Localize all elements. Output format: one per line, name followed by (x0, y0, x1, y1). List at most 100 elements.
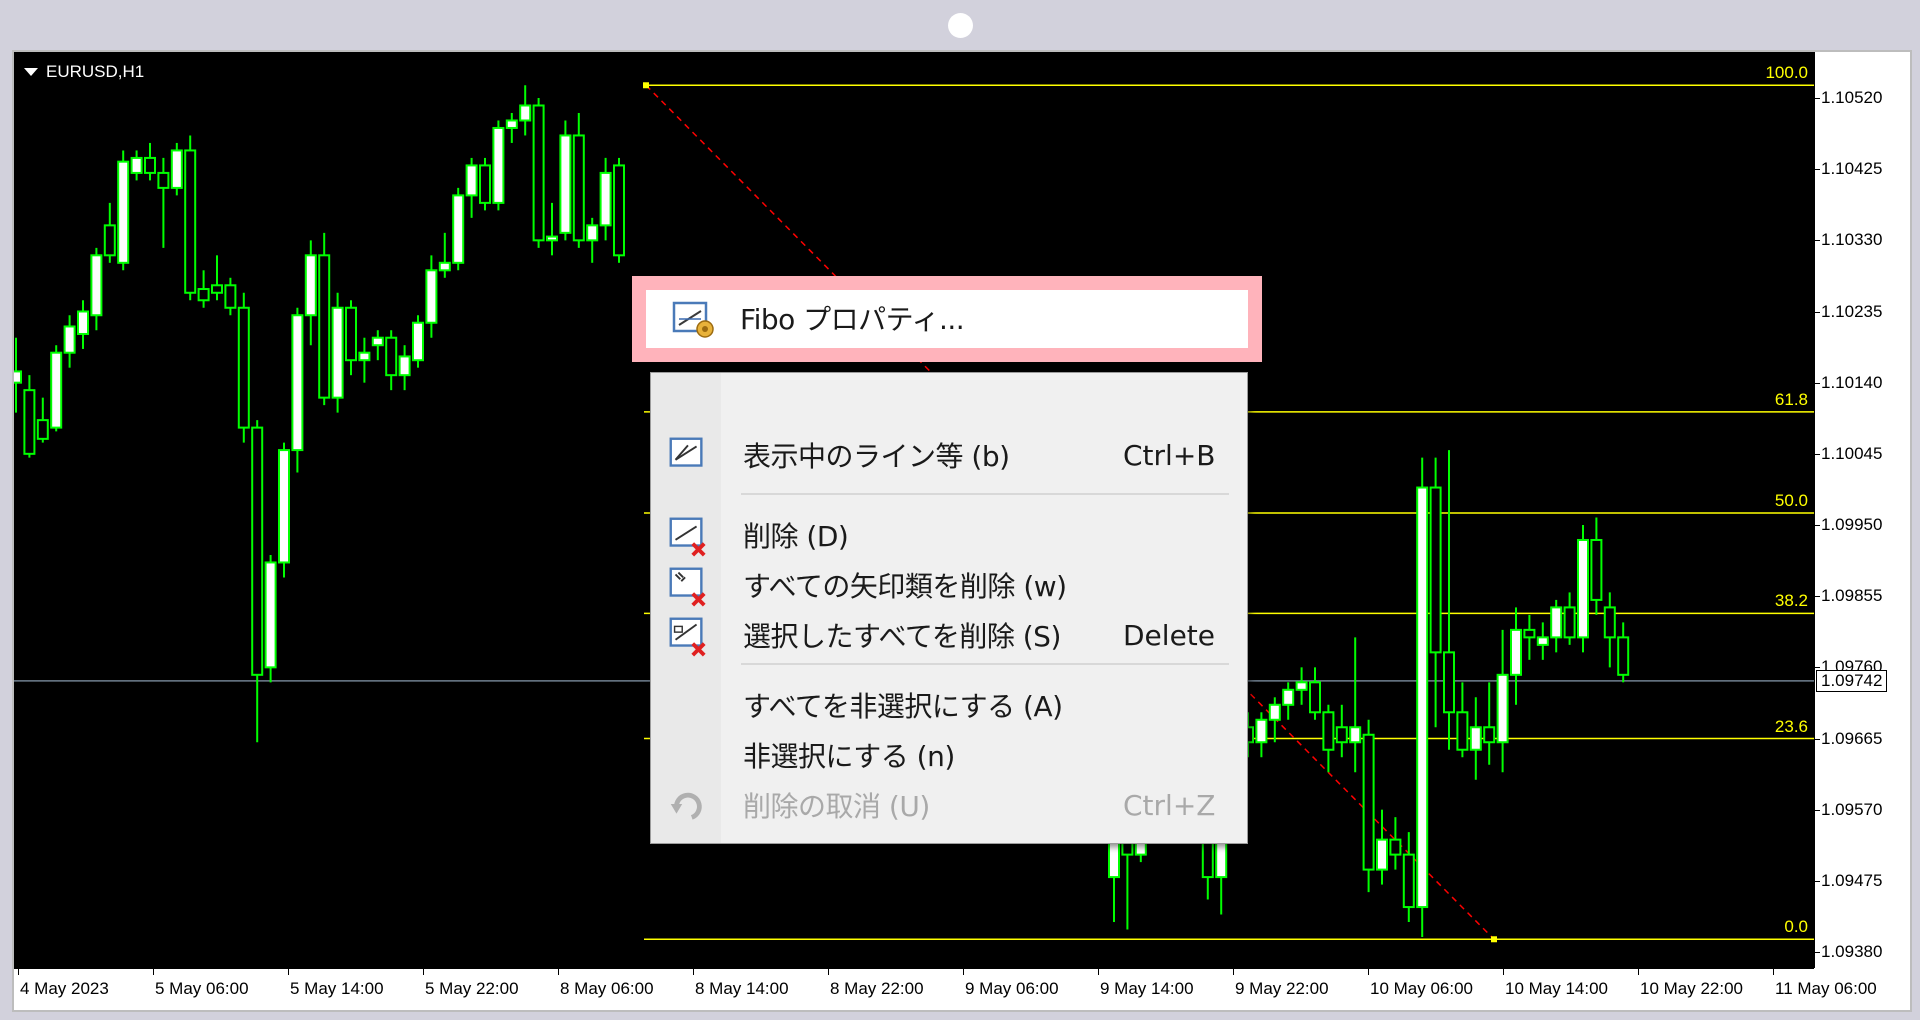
time-tick-label: 5 May 06:00 (155, 979, 249, 998)
candle-body (519, 104, 532, 122)
candle-body (1429, 486, 1442, 654)
dropdown-triangle-icon[interactable] (24, 68, 38, 76)
time-tick-label: 9 May 06:00 (965, 979, 1059, 998)
candle-body (90, 254, 103, 317)
time-tick-label: 10 May 06:00 (1370, 979, 1474, 998)
time-tick-mark (1368, 969, 1369, 975)
time-tick-label: 11 May 06:00 (1775, 979, 1877, 998)
time-tick-mark (288, 969, 289, 975)
price-tick-mark (1815, 525, 1820, 526)
time-tick-mark (153, 969, 154, 975)
menu-item-label: 表示中のライン等 (b) (743, 440, 1010, 473)
candle-body (452, 194, 465, 264)
menu-item-label: 選択したすべてを削除 (S) (743, 620, 1061, 653)
candle-body (1295, 681, 1308, 691)
candle-body (1416, 486, 1429, 909)
candle-body (1443, 651, 1455, 714)
menu-item-fibo-properties[interactable]: Fibo プロパティ... (646, 290, 1248, 348)
time-tick-label: 10 May 22:00 (1640, 979, 1744, 998)
candle-body (1483, 726, 1496, 744)
highlight-callout: Fibo プロパティ... (632, 276, 1262, 362)
price-tick-label: 1.10330 (1821, 230, 1883, 250)
candle-body (465, 164, 478, 197)
time-tick-mark (828, 969, 829, 975)
menu-item-shortcut: Ctrl+Z (1123, 788, 1216, 822)
candle-body (1322, 711, 1335, 751)
candle-body (1563, 606, 1576, 639)
price-tick-mark (1815, 667, 1820, 669)
menu-item-objects-list[interactable]: 表示中のライン等 (b) Ctrl+B (651, 427, 1247, 483)
menu-item-label: 削除の取消 (U) (743, 790, 930, 823)
context-menu: 表示中のライン等 (b) Ctrl+B 削除 (D) すべての矢印類を削除 (w) 選択… (650, 372, 1248, 844)
candle-body (318, 254, 331, 399)
price-tick-mark (1815, 98, 1820, 99)
time-tick-label: 8 May 22:00 (830, 979, 924, 998)
candle-body (251, 426, 264, 676)
candle-body (1523, 628, 1536, 639)
price-tick-mark (1815, 596, 1820, 598)
candle-body (532, 104, 545, 242)
time-tick-mark (963, 969, 964, 975)
menu-item-label: すべてを非選択にする (A) (743, 690, 1063, 723)
menu-item-delete-selected[interactable]: 選択したすべてを削除 (S) Delete (651, 607, 1247, 663)
fibo-properties-icon (672, 301, 714, 338)
price-tick-label: 1.09950 (1821, 515, 1883, 534)
price-tick-label: 1.09570 (1821, 799, 1883, 819)
time-tick-mark (558, 969, 559, 975)
candle-body (1335, 726, 1348, 744)
candle-body (1456, 711, 1469, 751)
candle-body (599, 171, 612, 227)
candle-body (63, 325, 76, 354)
candle-body (572, 134, 585, 242)
candle-body (14, 370, 22, 384)
candle-body (144, 156, 156, 174)
menu-item-unselect[interactable]: 非選択にする (n) (651, 727, 1247, 783)
price-tick-mark (1815, 382, 1820, 384)
price-tick-mark (1815, 453, 1820, 455)
menu-item-shortcut: Ctrl+B (1123, 438, 1216, 472)
candle-body (1349, 726, 1362, 744)
price-tick-mark (1815, 240, 1820, 242)
candle-body (157, 171, 170, 189)
candle-body (170, 149, 183, 189)
time-tick-label: 8 May 06:00 (560, 979, 654, 998)
candle-body (130, 156, 143, 174)
candle-body (613, 164, 625, 257)
candle-body (398, 355, 411, 377)
menu-item-label: すべての矢印類を削除 (w) (743, 570, 1067, 603)
menu-item-delete[interactable]: 削除 (D) (651, 507, 1247, 563)
time-tick-label: 5 May 14:00 (290, 979, 384, 998)
delete-arrows-icon (669, 567, 706, 607)
candle-body (1536, 636, 1549, 646)
candle-body (492, 126, 505, 204)
menu-item-label: 非選択にする (n) (743, 740, 955, 773)
time-tick-label: 10 May 14:00 (1505, 979, 1609, 998)
candle-body (77, 310, 89, 335)
time-tick-mark (1098, 969, 1099, 975)
candle-body (1268, 703, 1281, 721)
candle-body (385, 336, 398, 377)
time-tick-mark (693, 969, 694, 975)
candle-body (425, 269, 438, 324)
candle-body (264, 561, 277, 669)
price-tick-label: 1.10520 (1821, 88, 1883, 107)
candle-body (117, 160, 130, 264)
time-tick-mark (1638, 969, 1639, 975)
time-tick-label: 8 May 14:00 (695, 979, 789, 998)
candle-body (438, 261, 451, 272)
price-tick-label: 1.10140 (1821, 372, 1883, 392)
menu-item-unselect-all[interactable]: すべてを非選択にする (A) (651, 677, 1247, 733)
candle-body (1496, 673, 1509, 744)
candle-body (412, 321, 424, 362)
candle-body (1510, 628, 1522, 676)
time-axis[interactable]: 4 May 2023 5 May 06:00 5 May 14:00 5 May 22… (14, 968, 1877, 1007)
price-tick-label: 1.09380 (1821, 942, 1883, 961)
current-price-label: 1.09742 (1816, 669, 1888, 692)
menu-item-undo-delete: 削除の取消 (U) Ctrl+Z (651, 777, 1247, 833)
price-axis[interactable]: 1.10520 1.10425 1.10330 1.10235 1.10140 1.100… (1814, 52, 1907, 968)
menu-item-delete-arrows[interactable]: すべての矢印類を削除 (w) (651, 557, 1247, 613)
price-tick-mark (1815, 952, 1820, 953)
candle-body (304, 254, 317, 317)
fib-level-label: 61.8 (1774, 389, 1808, 409)
time-tick-mark (1233, 969, 1234, 975)
